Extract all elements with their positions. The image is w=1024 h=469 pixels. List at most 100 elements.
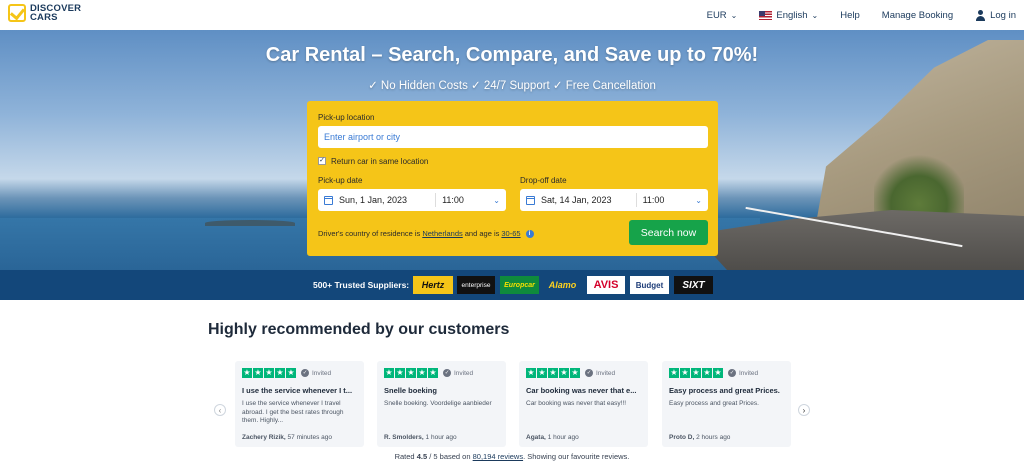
language-selector[interactable]: English ⌄	[759, 10, 818, 21]
hero-island	[205, 220, 295, 226]
review-meta: R. Smolders, 1 hour ago	[384, 434, 457, 441]
review-card[interactable]: ★ ★ ★ ★ ★ ✓ Invited Car booking was never th…	[519, 361, 648, 447]
star-icon: ★	[395, 368, 405, 378]
supplier-logo-budget: Budget	[630, 276, 669, 294]
search-now-button[interactable]: Search now	[629, 220, 708, 245]
star-icon: ★	[526, 368, 536, 378]
field-divider	[435, 193, 437, 207]
dropoff-date-value: Sat, 14 Jan, 2023	[541, 195, 612, 205]
star-icon: ★	[548, 368, 558, 378]
supplier-logo-europcar: Europcar	[500, 276, 539, 294]
review-author: R. Smolders,	[384, 434, 424, 441]
return-same-location-checkbox[interactable]: ✓	[318, 157, 326, 165]
review-rating: ★ ★ ★ ★ ★ ✓ Invited	[669, 368, 784, 378]
pickup-location-label: Pick-up location	[318, 113, 375, 122]
discover-cars-logo[interactable]: DISCOVER CARS	[8, 4, 81, 22]
verified-icon: ✓	[443, 369, 451, 377]
star-icon: ★	[669, 368, 679, 378]
review-body: Car booking was never that easy!!!	[526, 400, 627, 407]
reviews-next-button[interactable]: ›	[798, 404, 810, 416]
review-title: Snelle boeking	[384, 386, 437, 395]
star-icon: ★	[570, 368, 580, 378]
review-title: I use the service whenever I t...	[242, 386, 353, 395]
review-rating: ★ ★ ★ ★ ★ ✓ Invited	[384, 368, 499, 378]
info-icon[interactable]: i	[525, 229, 534, 238]
star-icon: ★	[264, 368, 274, 378]
age-range-link[interactable]: 30-65	[501, 229, 520, 238]
review-author: Zachery Rizik,	[242, 434, 286, 441]
review-author: Agata,	[526, 434, 546, 441]
residence-prefix: Driver's country of residence is	[318, 229, 421, 238]
chevron-down-icon: ⌄	[811, 10, 819, 20]
pickup-date-value: Sun, 1 Jan, 2023	[339, 195, 408, 205]
us-flag-icon	[759, 10, 773, 20]
currency-selector[interactable]: EUR ⌄	[707, 10, 738, 21]
review-rating: ★ ★ ★ ★ ★ ✓ Invited	[242, 368, 357, 378]
calendar-icon	[526, 195, 535, 205]
rated-prefix: Rated	[394, 452, 415, 461]
reviews-prev-button[interactable]: ‹	[214, 404, 226, 416]
star-icon: ★	[384, 368, 394, 378]
chevron-down-icon: ⌄	[493, 195, 500, 205]
star-icon: ★	[275, 368, 285, 378]
age-prefix: and age is	[464, 229, 500, 238]
review-card[interactable]: ★ ★ ★ ★ ★ ✓ Invited Easy process and great P…	[662, 361, 791, 447]
star-icon: ★	[691, 368, 701, 378]
invited-label: Invited	[454, 369, 474, 377]
currency-label: EUR	[706, 9, 727, 21]
review-time: 2 hours ago	[696, 434, 731, 441]
review-author: Proto D,	[669, 434, 695, 441]
calendar-icon	[324, 195, 333, 205]
chevron-down-icon: ⌄	[695, 195, 702, 205]
pickup-date-field[interactable]: Sun, 1 Jan, 2023 11:00 ⌄	[318, 189, 506, 211]
review-card[interactable]: ★ ★ ★ ★ ★ ✓ Invited Snelle boeking Snelle bo…	[377, 361, 506, 447]
star-icon: ★	[242, 368, 252, 378]
review-card[interactable]: ★ ★ ★ ★ ★ ✓ Invited I use the service whenev…	[235, 361, 364, 447]
star-icon: ★	[702, 368, 712, 378]
review-time: 1 hour ago	[547, 434, 579, 441]
hero-title: Car Rental – Search, Compare, and Save u…	[265, 44, 759, 66]
review-body: Snelle boeking. Voordelige aanbieder	[384, 400, 492, 407]
star-icon: ★	[417, 368, 427, 378]
dropoff-time-value[interactable]: 11:00	[643, 195, 665, 205]
hero-subtitle: ✓ No Hidden Costs ✓ 24/7 Support ✓ Free …	[368, 80, 656, 92]
star-icon: ★	[537, 368, 547, 378]
manage-booking-link[interactable]: Manage Booking	[882, 10, 953, 21]
field-divider	[635, 193, 637, 207]
logo-check-icon	[8, 4, 26, 22]
review-body: I use the service whenever I travel abro…	[242, 400, 344, 424]
pickup-location-input[interactable]: Enter airport or city	[318, 126, 708, 148]
review-body: Easy process and great Prices.	[669, 400, 759, 407]
review-meta: Proto D, 2 hours ago	[669, 434, 730, 441]
star-icon: ★	[406, 368, 416, 378]
supplier-logo-alamo: Alamo	[548, 280, 577, 290]
supplier-logo-sixt: SIXT	[674, 276, 713, 294]
help-link[interactable]: Help	[840, 10, 860, 21]
language-label: English	[776, 9, 808, 21]
pickup-date-label: Pick-up date	[318, 176, 363, 185]
star-icon: ★	[559, 368, 569, 378]
star-icon: ★	[286, 368, 296, 378]
review-title: Easy process and great Prices.	[669, 386, 780, 395]
reviews-section-title: Highly recommended by our customers	[208, 321, 510, 338]
logo-text-line2: CARS	[30, 12, 58, 23]
star-icon: ★	[680, 368, 690, 378]
invited-label: Invited	[312, 369, 332, 377]
supplier-logo-avis: AVIS	[587, 276, 625, 294]
review-meta: Zachery Rizik, 57 minutes ago	[242, 434, 332, 441]
star-icon: ★	[713, 368, 723, 378]
login-link[interactable]: Log in	[975, 9, 1016, 21]
review-title: Car booking was never that e...	[526, 386, 637, 395]
login-label: Log in	[990, 9, 1016, 21]
reviews-count-link[interactable]: 80,194 reviews	[473, 452, 523, 461]
rating-summary: Rated 4.5 / 5 based on 80,194 reviews. S…	[0, 452, 1024, 461]
pickup-time-value[interactable]: 11:00	[442, 195, 464, 205]
supplier-logo-enterprise: enterprise	[457, 276, 495, 294]
dropoff-date-field[interactable]: Sat, 14 Jan, 2023 11:00 ⌄	[520, 189, 708, 211]
verified-icon: ✓	[301, 369, 309, 377]
user-icon	[975, 9, 986, 21]
suppliers-label: 500+ Trusted Suppliers:	[313, 280, 410, 290]
driver-residence-info: Driver's country of residence is Netherl…	[318, 229, 534, 238]
residence-country-link[interactable]: Netherlands	[422, 229, 462, 238]
rating-value: 4.5	[416, 452, 428, 461]
